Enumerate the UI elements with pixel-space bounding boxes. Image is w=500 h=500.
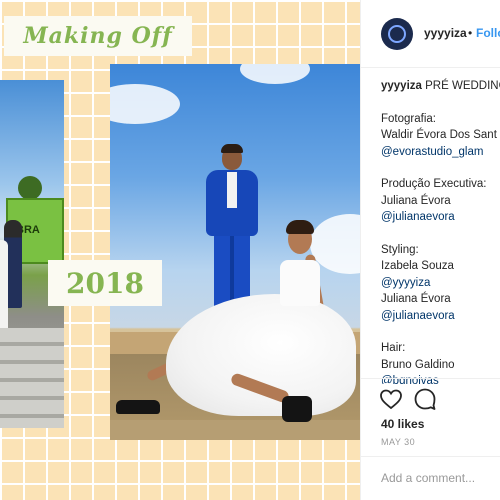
section-heading: Hair: — [381, 342, 406, 354]
caption-line: Waldir Évora Dos Sant — [381, 129, 497, 141]
concrete-steps — [0, 328, 64, 428]
caption-line: Bruno Galdino — [381, 358, 455, 371]
cloud — [240, 64, 310, 84]
caption-username[interactable]: yyyyiza — [381, 80, 422, 92]
heart-outline-icon[interactable] — [379, 387, 403, 411]
mention-link[interactable]: @julianaevora — [381, 209, 500, 226]
comment-input[interactable] — [381, 468, 497, 488]
mention-link[interactable]: @julianaevora — [381, 308, 500, 325]
follow-button[interactable]: Follo — [476, 26, 500, 40]
post-header: yyyyiza • Follo — [361, 0, 500, 68]
post-date: MAY 30 — [381, 437, 416, 447]
caption: yyyyiza PRÉ WEDDING Fotografia: Waldir É… — [381, 78, 500, 384]
section-heading: Fotografia: — [381, 112, 436, 125]
caption-line: Juliana Évora — [381, 194, 451, 207]
caption-text: PRÉ WEDDING — [425, 80, 500, 92]
cloud — [110, 84, 180, 124]
post-sidebar: yyyyiza • Follo yyyyiza PRÉ WEDDING Foto… — [360, 0, 500, 500]
mention-link[interactable]: @yyyyiza — [381, 275, 500, 292]
mention-link[interactable]: @evorastudio_glam — [381, 144, 500, 161]
comment-bubble-icon[interactable] — [413, 387, 437, 411]
likes-count[interactable]: 40 likes — [381, 417, 424, 431]
main-photo — [110, 64, 360, 440]
section-heading: Styling: — [381, 243, 419, 256]
add-comment-bar — [361, 456, 500, 500]
caption-line: Juliana Évora — [381, 293, 451, 305]
year-badge: 2018 — [48, 260, 162, 306]
header-username[interactable]: yyyyiza — [424, 26, 467, 40]
separator-dot: • — [468, 26, 473, 40]
post-image[interactable]: Making Off BRA 2018 — [0, 0, 360, 500]
section-heading: Produção Executiva: — [381, 178, 487, 190]
left-photo: BRA — [0, 80, 64, 428]
caption-line: Izabela Souza — [381, 260, 454, 272]
avatar[interactable] — [381, 18, 413, 50]
making-off-title: Making Off — [4, 16, 192, 56]
palm-tree — [18, 176, 42, 200]
bride-figure — [110, 214, 360, 424]
